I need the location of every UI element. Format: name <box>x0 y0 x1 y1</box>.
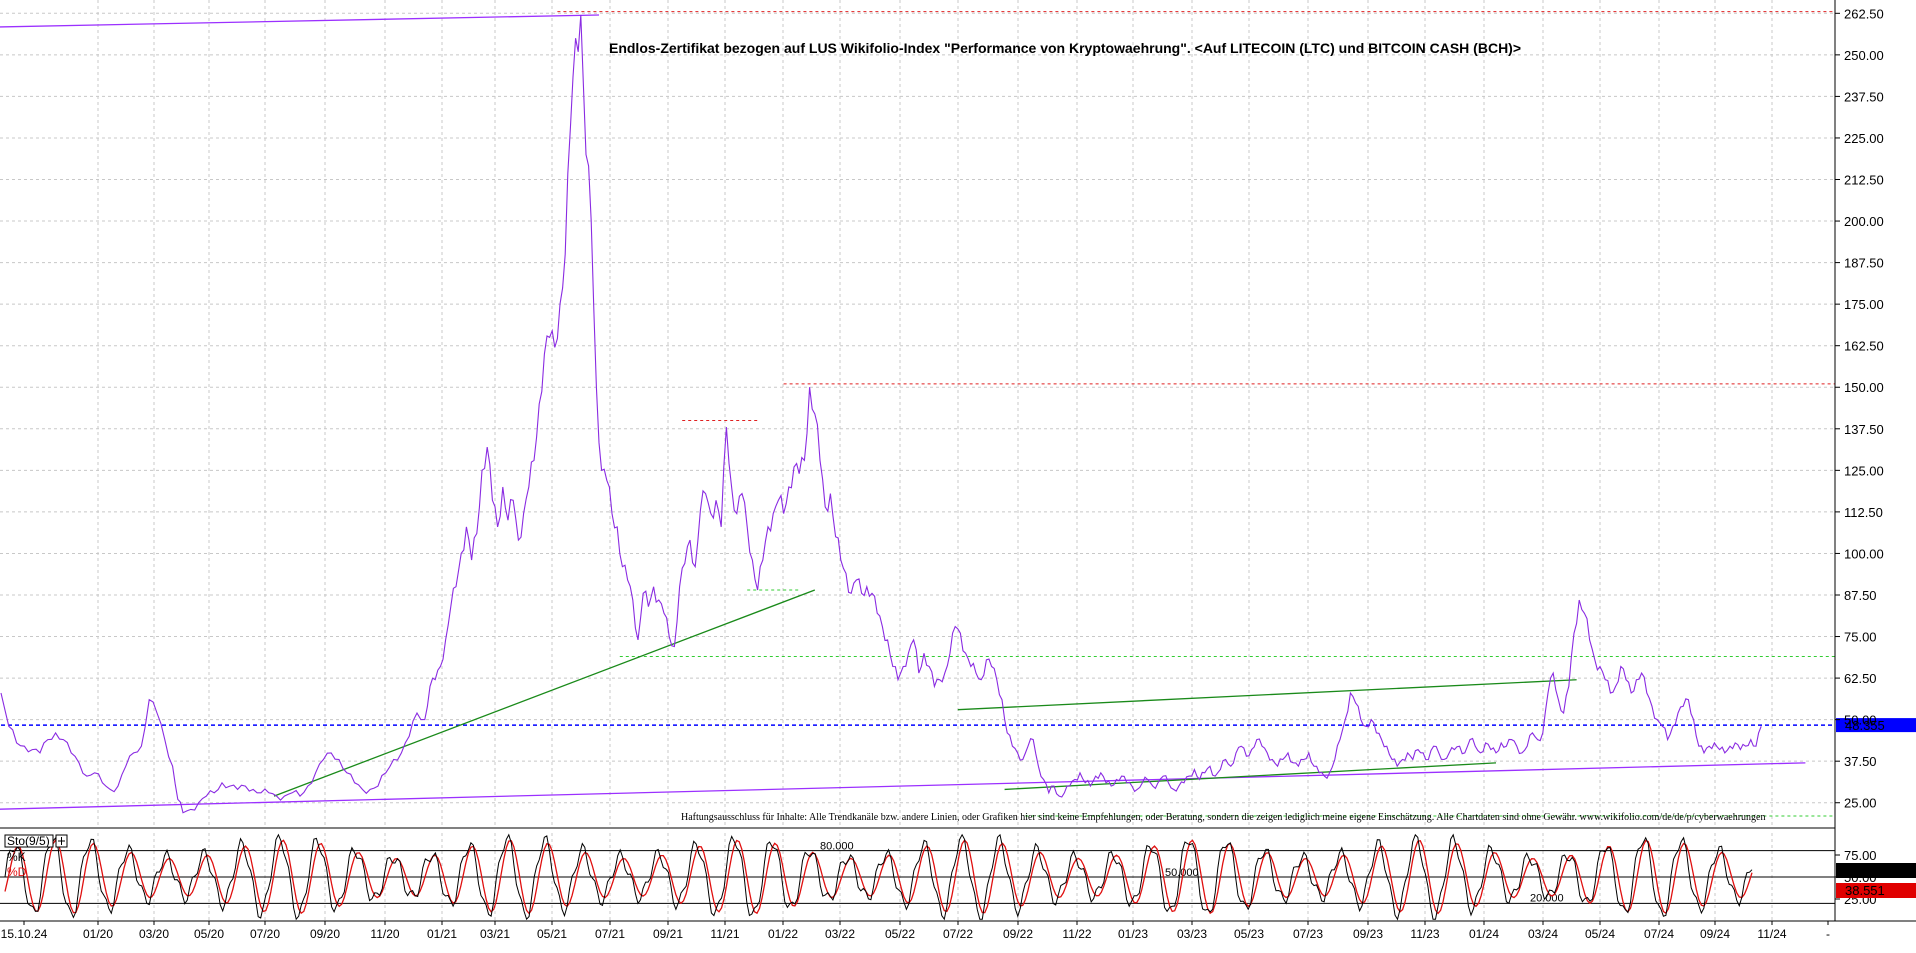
osc-k-label: %K <box>7 850 26 864</box>
y-tick-label: 112.50 <box>1844 505 1883 520</box>
x-tick-label: 01/23 <box>1118 927 1148 941</box>
y-tick-label: 50.00 <box>1844 713 1877 728</box>
chart-disclaimer: Haftungsausschluss für Inhalte: Alle Tre… <box>681 812 1766 823</box>
x-tick-label: - <box>1826 927 1830 941</box>
x-tick-label: 11/23 <box>1410 927 1439 941</box>
y-tick-label: 200.00 <box>1844 214 1884 229</box>
y-tick-label: 37.50 <box>1844 754 1877 769</box>
osc-d-label: %D <box>7 865 27 879</box>
x-tick-label: 07/20 <box>250 927 280 941</box>
y-tick-label: 175.00 <box>1844 297 1884 312</box>
y-tick-label: 262.50 <box>1844 6 1884 21</box>
x-tick-label: 03/20 <box>139 927 169 941</box>
osc-k-value: 60.21 <box>1845 863 1878 878</box>
x-tick-label: 01/24 <box>1469 927 1499 941</box>
x-tick-label: 09/22 <box>1003 927 1033 941</box>
x-tick-label: 15.10.24 <box>1 927 48 941</box>
x-tick-label: 11/20 <box>370 927 399 941</box>
y-tick-label: 75.00 <box>1844 630 1877 645</box>
x-tick-label: 09/24 <box>1700 927 1730 941</box>
x-tick-label: 01/21 <box>427 927 457 941</box>
y-tick-label: 162.50 <box>1844 339 1884 354</box>
x-tick-label: 05/24 <box>1585 927 1615 941</box>
x-tick-label: 09/21 <box>653 927 683 941</box>
y-tick-label: 212.50 <box>1844 173 1884 188</box>
x-tick-label: 07/23 <box>1293 927 1323 941</box>
y-tick-label: 100.00 <box>1844 546 1884 561</box>
chart-svg: 48.355 262.50250.00237.50225.00212.50200… <box>0 0 1916 948</box>
x-tick-label: 11/21 <box>710 927 739 941</box>
y-tick-label: 187.50 <box>1844 256 1884 271</box>
osc-tick-label: 75.00 <box>1844 848 1877 863</box>
y-tick-label: 150.00 <box>1844 380 1884 395</box>
osc-level-label: 20.000 <box>1530 892 1564 904</box>
x-tick-label: 05/22 <box>885 927 915 941</box>
y-tick-label: 137.50 <box>1844 422 1884 437</box>
osc-level-label: 80.000 <box>820 841 854 853</box>
y-tick-label: 237.50 <box>1844 89 1884 104</box>
x-tick-label: 09/20 <box>310 927 340 941</box>
x-tick-label: 03/24 <box>1528 927 1558 941</box>
x-tick-label: 11/22 <box>1062 927 1091 941</box>
x-tick-label: 09/23 <box>1353 927 1383 941</box>
x-tick-label: 11/24 <box>1757 927 1786 941</box>
y-tick-label: 250.00 <box>1844 48 1884 63</box>
x-tick-label: 07/24 <box>1644 927 1674 941</box>
x-tick-label: 01/20 <box>83 927 113 941</box>
y-tick-label: 62.50 <box>1844 671 1877 686</box>
x-tick-label: 03/21 <box>480 927 510 941</box>
chart-root: 48.355 262.50 250.00 237.50 225.00 212.50 200… <box>0 0 1916 948</box>
y-tick-label: 25.00 <box>1844 796 1877 811</box>
x-tick-label: 03/22 <box>825 927 855 941</box>
x-tick-label: 07/21 <box>595 927 625 941</box>
osc-d-value: 38.551 <box>1845 883 1885 898</box>
osc-label: Sto(9/5) <box>7 834 50 848</box>
x-tick-label: 07/22 <box>943 927 973 941</box>
x-tick-label: 03/23 <box>1177 927 1207 941</box>
x-tick-label: 05/20 <box>194 927 224 941</box>
chart-title: Endlos-Zertifikat bezogen auf LUS Wikifo… <box>609 40 1521 56</box>
y-tick-label: 225.00 <box>1844 131 1884 146</box>
y-tick-label: 125.00 <box>1844 463 1884 478</box>
x-tick-label: 01/22 <box>768 927 798 941</box>
x-tick-label: 05/23 <box>1234 927 1264 941</box>
x-tick-label: 05/21 <box>537 927 567 941</box>
y-tick-label: 87.50 <box>1844 588 1877 603</box>
